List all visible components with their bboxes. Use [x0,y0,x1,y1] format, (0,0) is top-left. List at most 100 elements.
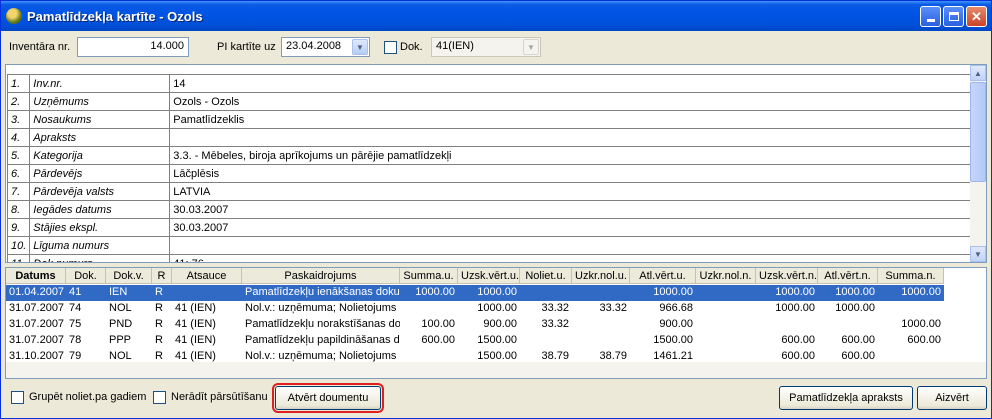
property-value[interactable]: Lāčplēsis [169,164,971,183]
column-header[interactable]: Uzsk.vērt.u. [458,268,520,284]
property-num: 10. [6,236,31,255]
table-cell: R [155,302,163,314]
inventory-number-input[interactable]: 14.000 [77,37,189,57]
table-cell: 31.07.2007 [9,318,65,330]
table-row[interactable]: 31.07.2007 75 PND R 41 (IEN) Pamatlīdzekļu no… [6,317,944,333]
table-row[interactable]: 01.04.2007 41 IEN R Pamatlīdzekļu ienākšanas… [6,285,944,301]
property-row[interactable]: 8. Iegādes datums 30.03.2007 [6,200,971,219]
table-cell [696,317,756,333]
property-row[interactable]: 5. Kategorija 3.3. - Mēbeles, biroja aprīk… [6,146,971,165]
column-header[interactable]: Atl.vērt.n. [818,268,878,284]
property-value[interactable]: 30.03.2007 [169,218,971,237]
table-cell [696,301,756,317]
column-header[interactable]: Dok. [66,268,106,284]
property-row[interactable]: 3. Nosaukums Pamatlīdzeklis [6,110,971,129]
column-header[interactable]: Noliet.u. [520,268,572,284]
title-bar[interactable]: Pamatlīdzekļa kartīte - Ozols ✕ [1,1,991,31]
property-num: 4. [6,128,31,147]
column-header[interactable]: Uzkr.nol.u. [572,268,630,284]
property-value[interactable]: 30.03.2007 [169,200,971,219]
card-date-label: PI kartīte uz [217,41,276,53]
table-cell: 31.07.2007 [9,302,65,314]
scroll-up-icon[interactable]: ▲ [970,65,986,81]
group-by-year-label: Grupēt noliet.pa gadiem [29,391,147,403]
table-cell: PPP [109,334,132,346]
table-cell: 33.32 [541,318,569,330]
property-num: 11. [6,254,31,262]
close-button[interactable]: Aizvērt [917,386,987,410]
property-row[interactable]: 11.Dok.numurs41; 76 [6,254,971,262]
column-header[interactable]: Summa.u. [400,268,458,284]
column-header[interactable]: Uzsk.vērt.n. [756,268,818,284]
open-document-button[interactable]: Atvērt doumentu [272,383,384,413]
table-cell: R [155,286,163,298]
property-key: Līguma numurs [29,236,171,255]
column-header[interactable]: Summa.n. [878,268,944,284]
column-header[interactable]: R [152,268,172,284]
property-key: Apraksts [29,128,171,147]
group-by-year-checkbox[interactable] [11,391,24,404]
table-cell: 75 [69,318,82,330]
property-value[interactable] [169,128,971,147]
table-cell: 600.00 [421,334,455,346]
scroll-down-icon[interactable]: ▼ [970,246,986,262]
properties-scrollbar[interactable]: ▲ ▼ [970,65,986,262]
property-value[interactable]: 14 [169,74,971,93]
maximize-button[interactable] [943,6,964,27]
property-num: 9. [6,218,31,237]
table-row[interactable]: 31.07.2007 74 NOL R 41 (IEN) Nol.v.: uzņēmuma… [6,301,944,317]
maximize-icon [948,12,959,21]
table-cell: NOL [109,302,132,314]
property-value[interactable]: Ozols - Ozols [169,92,971,111]
asset-description-button[interactable]: Pamatlīdzekļa apraksts [779,386,913,410]
property-num: 6. [6,164,31,183]
property-row[interactable]: 10. Līguma numurs [6,236,971,255]
property-value[interactable] [169,236,971,255]
property-value[interactable]: Pamatlīdzeklis [169,110,971,129]
table-cell: 33.32 [541,302,569,314]
app-icon [6,8,22,24]
property-num: 8. [6,200,31,219]
table-cell: PND [109,318,133,330]
grid-horizontal-scrollbar[interactable] [6,362,986,378]
table-cell: 1000.00 [835,302,875,314]
column-header[interactable]: Dok.v. [106,268,152,284]
table-cell [696,285,756,301]
property-row[interactable]: 1. Inv.nr. 14 [6,74,971,93]
column-header[interactable]: Uzkr.nol.n. [696,268,756,284]
property-key: Iegādes datums [29,200,171,219]
property-row[interactable]: 9. Stājies ekspl. 30.03.2007 [6,218,971,237]
table-row[interactable]: 31.07.2007 78 PPP R 41 (IEN) Pamatlīdzekļu pa… [6,333,944,349]
scroll-thumb[interactable] [970,82,986,182]
column-header[interactable]: Atsauce [172,268,242,284]
table-cell [878,301,944,317]
property-row[interactable]: 6. Pārdevējs Lāčplēsis [6,164,971,183]
property-row[interactable]: 7. Pārdevēja valsts LATVIA [6,182,971,201]
minimize-button[interactable] [920,6,941,27]
doc-type-select[interactable]: 41(IEN) ▼ [431,37,541,57]
hide-transfer-checkbox[interactable] [153,391,166,404]
bottom-bar: Grupēt noliet.pa gadiem Nerādīt pārsūtīš… [1,381,991,419]
table-cell: 41 (IEN) [175,334,216,346]
column-header[interactable]: Paskaidrojums [242,268,400,284]
table-cell: 1000.00 [775,286,815,298]
column-header[interactable]: Atl.vērt.u. [630,268,696,284]
pamatlidzekla-kartite-window: Pamatlīdzekļa kartīte - Ozols ✕ Inventār… [0,0,992,419]
card-date-picker[interactable]: 23.04.2008 ▼ [281,37,370,57]
column-header[interactable]: Datums [6,268,66,284]
table-cell: 1000.00 [415,286,455,298]
table-cell [400,301,458,317]
table-cell: 1000.00 [775,302,815,314]
property-value[interactable]: LATVIA [169,182,971,201]
table-cell: IEN [109,286,128,298]
table-cell [520,285,572,301]
close-window-button[interactable]: ✕ [966,6,987,27]
dok-checkbox[interactable] [384,41,397,54]
table-cell: Pamatlīdzekļu ienākšanas dokum [245,286,400,298]
property-value[interactable]: 3.3. - Mēbeles, biroja aprīkojums un pār… [169,146,971,165]
property-value[interactable]: 41; 76 [169,254,971,262]
property-row[interactable]: 2. Uzņēmums Ozols - Ozols [6,92,971,111]
chevron-down-icon[interactable]: ▼ [352,39,368,55]
property-row[interactable]: 4. Apraksts [6,128,971,147]
table-cell [696,333,756,349]
